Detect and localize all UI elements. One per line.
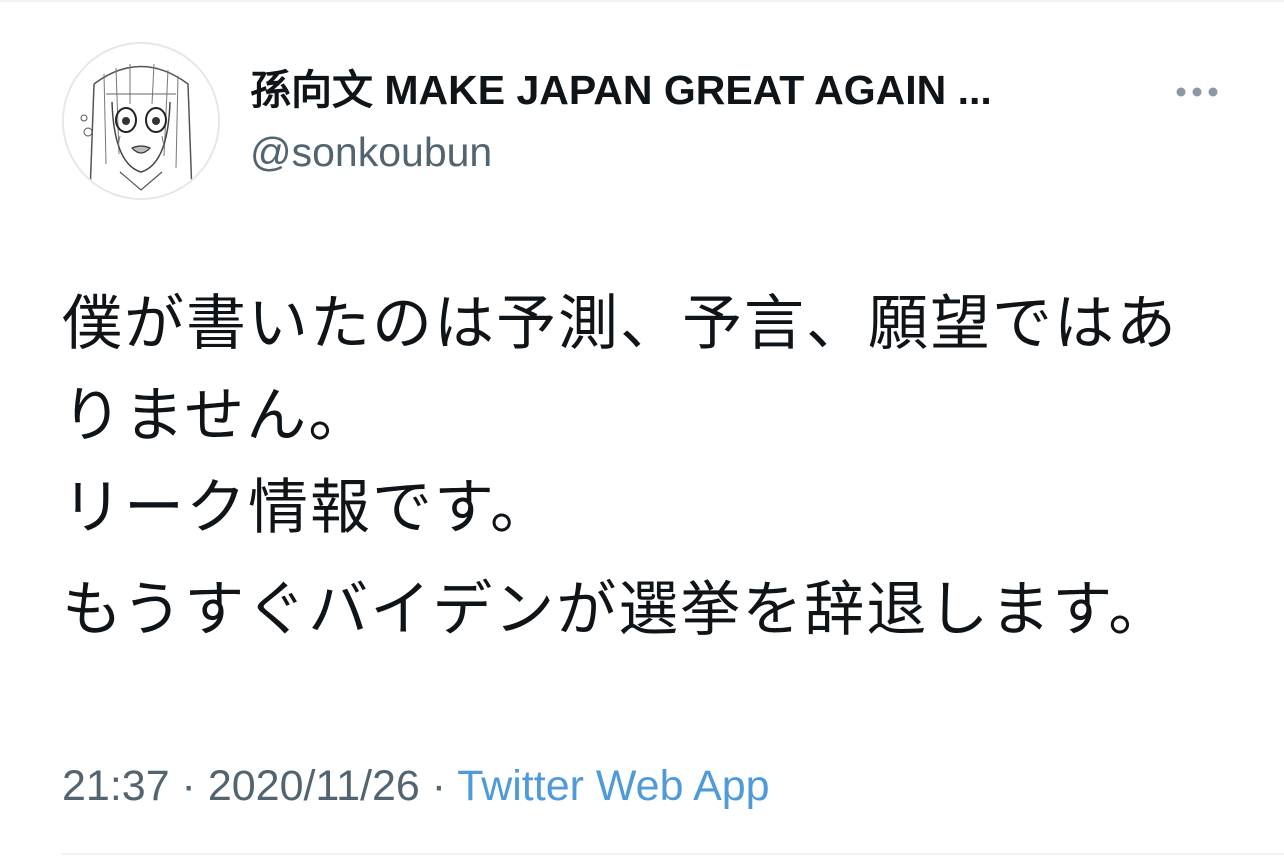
more-options-button[interactable] bbox=[1166, 74, 1228, 110]
tweet-text: 僕が書いたのは予測、予言、願望ではあ りません。 リーク情報です。 もうすぐバイ… bbox=[62, 278, 1242, 656]
bottom-divider bbox=[62, 853, 1284, 855]
tweet-line: りません。 bbox=[62, 381, 371, 451]
tweet-meta: 21:37 · 2020/11/26 · Twitter Web App bbox=[62, 758, 770, 814]
tweet-date[interactable]: 2020/11/26 bbox=[208, 762, 420, 810]
tweet-source-link[interactable]: Twitter Web App bbox=[457, 762, 769, 810]
meta-separator: · bbox=[169, 762, 208, 810]
tweet-time[interactable]: 21:37 bbox=[62, 762, 170, 810]
display-name[interactable]: 孫向文 MAKE JAPAN GREAT AGAIN ... bbox=[250, 62, 1150, 118]
user-handle[interactable]: @sonkoubun bbox=[250, 124, 492, 180]
tweet-line: もうすぐバイデンが選挙を辞退します。 bbox=[62, 575, 1171, 645]
tweet-line: 僕が書いたのは予測、予言、願望ではあ bbox=[62, 289, 1178, 359]
tweet-line: リーク情報です。 bbox=[62, 473, 552, 543]
meta-separator: · bbox=[419, 762, 458, 810]
top-divider bbox=[0, 0, 1284, 2]
more-dots-icon bbox=[1176, 87, 1218, 97]
avatar[interactable] bbox=[62, 42, 220, 200]
avatar-illustration bbox=[64, 44, 218, 198]
